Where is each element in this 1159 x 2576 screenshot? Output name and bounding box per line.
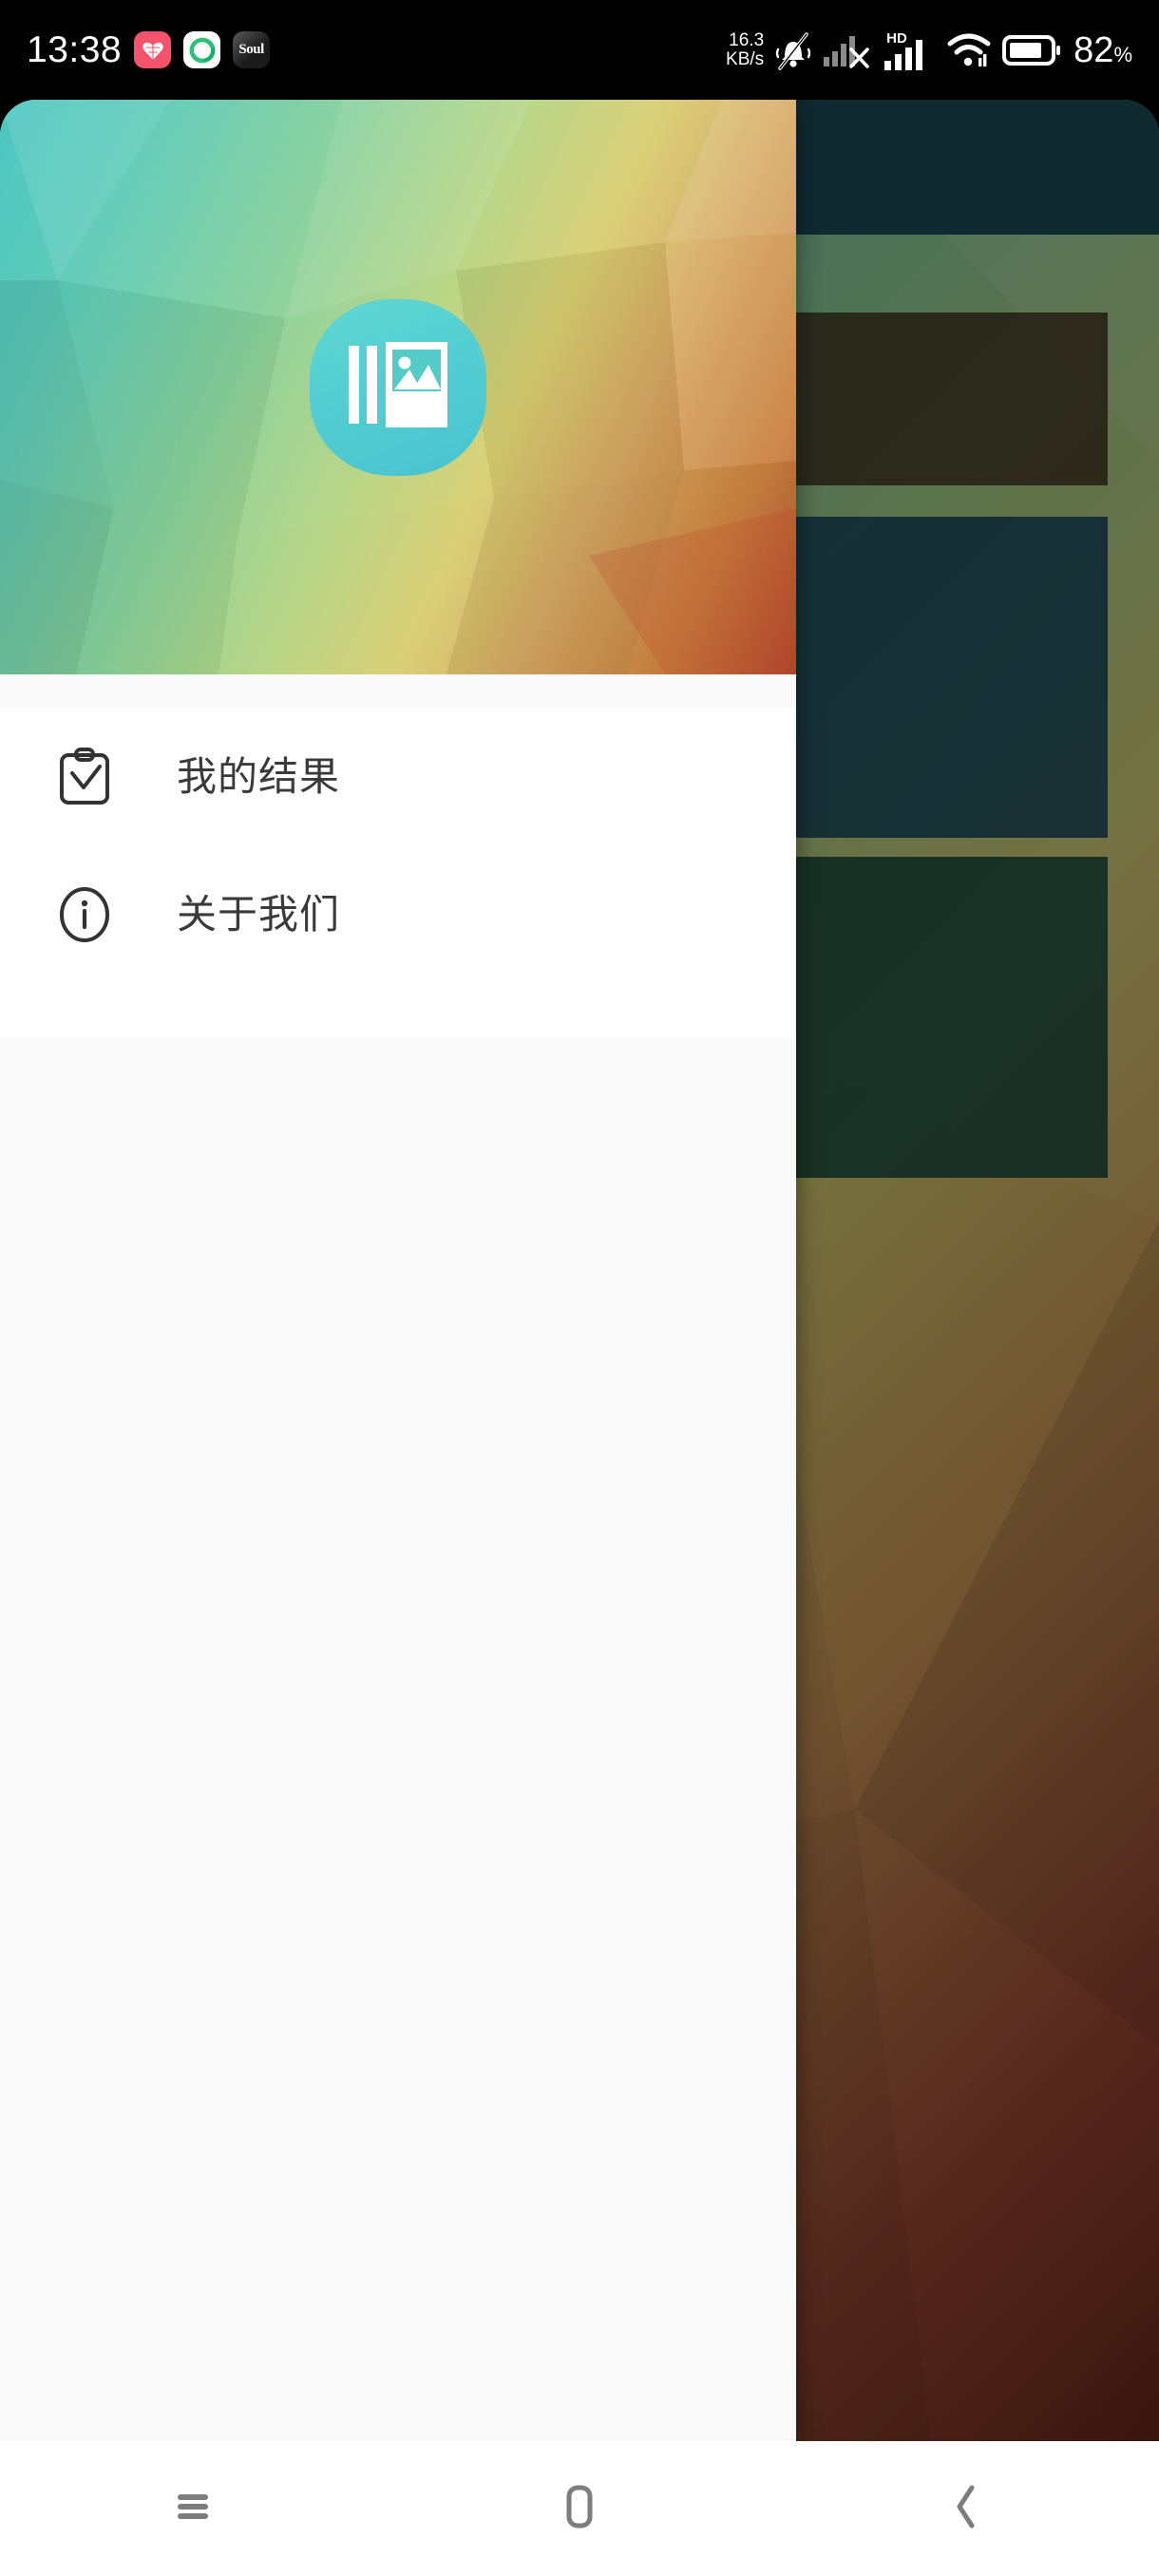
sim2-signal-icon: HD <box>883 28 936 72</box>
system-navigation-bar <box>0 2441 1159 2576</box>
status-clock: 13:38 <box>27 29 123 70</box>
status-bar-right: 16.3 KB/s HD 82% <box>726 28 1132 72</box>
heart-app-icon <box>134 31 172 68</box>
phone-screen: PNG 格式转换 裁剪图片 <box>0 0 1159 2576</box>
info-circle-icon <box>55 885 114 944</box>
drawer-header <box>0 100 796 674</box>
menu-item-label: 关于我们 <box>177 891 341 937</box>
status-bar-left: 13:38 Soul <box>27 29 271 70</box>
camera360-app-icon <box>183 31 221 68</box>
navigation-drawer: 我的结果 关于我们 <box>0 100 796 2441</box>
recents-button[interactable] <box>0 2441 387 2576</box>
sim1-signal-off-icon <box>823 30 872 70</box>
battery-percent-symbol: % <box>1113 42 1132 66</box>
soul-app-icon-label: Soul <box>238 42 264 57</box>
status-bar: 13:38 Soul 16.3 KB/s HD 82% <box>0 0 1159 100</box>
clipboard-check-icon <box>55 747 114 806</box>
menu-lines-icon <box>171 2485 215 2533</box>
drawer-menu-list: 我的结果 关于我们 <box>0 708 796 1038</box>
network-speed-indicator: 16.3 KB/s <box>726 29 765 69</box>
menu-item-my-results[interactable]: 我的结果 <box>0 708 796 845</box>
mute-bell-icon <box>774 30 812 70</box>
battery-percent-value: 82 <box>1074 29 1114 70</box>
hd-label: HD <box>886 30 907 47</box>
chevron-left-icon <box>947 2482 985 2536</box>
app-logo <box>310 298 486 476</box>
wifi-icon <box>946 30 992 70</box>
soul-app-icon: Soul <box>233 31 271 68</box>
battery-percent-indicator: 82% <box>1074 32 1132 68</box>
network-speed-unit: KB/s <box>726 48 765 69</box>
home-button[interactable] <box>387 2441 773 2576</box>
menu-item-about-us[interactable]: 关于我们 <box>0 845 796 983</box>
network-speed-value: 16.3 <box>729 29 765 50</box>
back-button[interactable] <box>772 2441 1159 2576</box>
gallery-image-icon <box>347 338 449 436</box>
battery-icon <box>1002 32 1061 68</box>
home-square-icon <box>558 2482 601 2536</box>
menu-item-label: 我的结果 <box>177 753 341 799</box>
